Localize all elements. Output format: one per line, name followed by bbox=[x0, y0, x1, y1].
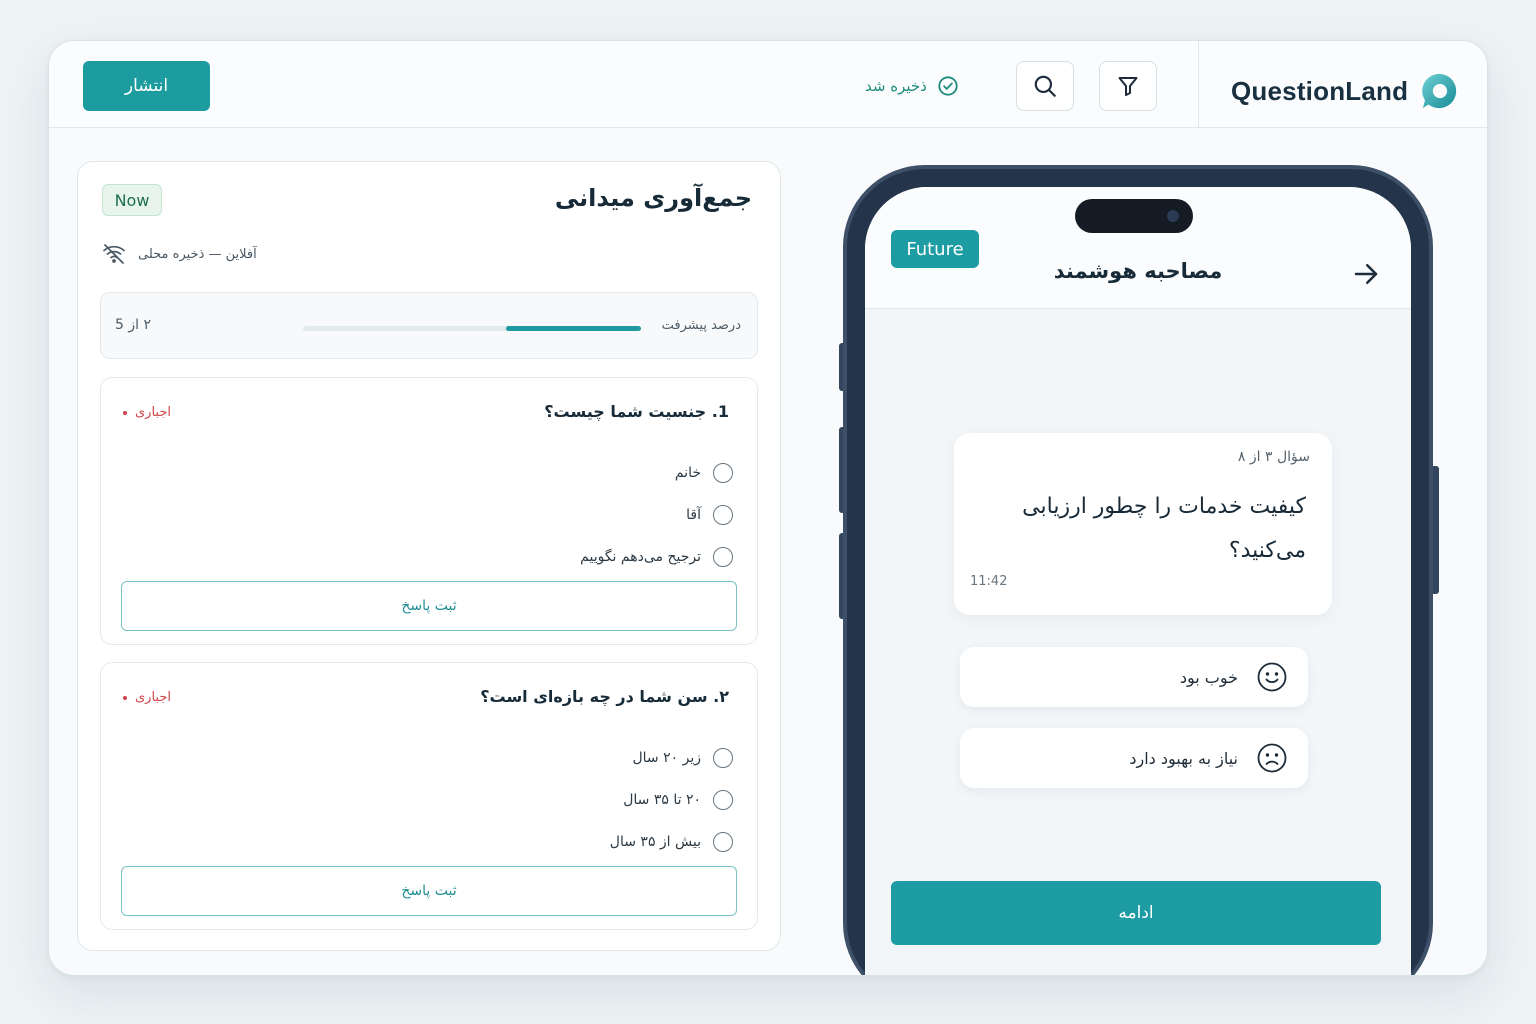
submit-answer-button[interactable]: ثبت پاسخ bbox=[121, 581, 737, 631]
progress-label: درصد پیشرفت bbox=[661, 318, 741, 333]
radio-button[interactable] bbox=[713, 547, 733, 567]
answer-option-needs-improvement[interactable]: نیاز به بهبود دارد bbox=[960, 728, 1308, 788]
check-circle-icon bbox=[938, 76, 958, 96]
required-label: اجباری bbox=[123, 690, 171, 705]
option-label: ۲۰ تا ۳۵ سال bbox=[623, 792, 701, 808]
required-label-text: اجباری bbox=[135, 405, 171, 420]
option-radio[interactable]: بیش از ۳۵ سال bbox=[610, 821, 733, 863]
app-window: انتشار ذخیره شد QuestionLand bbox=[48, 40, 1488, 976]
option-label: خانم bbox=[674, 465, 701, 481]
options-list: خانم آقا ترجیح می‌دهم نگوییم bbox=[580, 452, 733, 578]
option-radio[interactable]: ۲۰ تا ۳۵ سال bbox=[610, 779, 733, 821]
question-title: 1. جنسیت شما چیست؟ bbox=[544, 402, 729, 421]
phone-screen: Future مصاحبه هوشمند سؤال ۳ از ۸ کیفیت خ… bbox=[865, 187, 1411, 975]
future-badge: Future bbox=[891, 230, 979, 268]
interview-title: مصاحبه هوشمند bbox=[1053, 259, 1223, 283]
publish-button[interactable]: انتشار bbox=[83, 61, 210, 111]
search-button[interactable] bbox=[1016, 61, 1074, 111]
continue-button[interactable]: ادامه bbox=[891, 881, 1381, 945]
options-list: زیر ۲۰ سال ۲۰ تا ۳۵ سال بیش از ۳۵ سال bbox=[610, 737, 733, 863]
option-radio[interactable]: آقا bbox=[580, 494, 733, 536]
filter-icon bbox=[1118, 77, 1138, 96]
saved-status-text: ذخیره شد bbox=[865, 77, 927, 95]
question-card: ۲. سن شما در چه بازه‌ای است؟ اجباری زیر … bbox=[100, 662, 758, 930]
field-collection-card: جمع‌آوری میدانی Now آفلاین — ذخیره محلی … bbox=[77, 161, 781, 951]
submit-answer-button[interactable]: ثبت پاسخ bbox=[121, 866, 737, 916]
option-label: بیش از ۳۵ سال bbox=[609, 834, 701, 850]
required-label-text: اجباری bbox=[135, 690, 171, 705]
questionland-logo bbox=[1422, 73, 1457, 109]
option-label: زیر ۲۰ سال bbox=[632, 750, 701, 766]
question-text: کیفیت خدمات را چطور ارزیابی می‌کنید؟ bbox=[1022, 494, 1306, 563]
now-badge: Now bbox=[102, 184, 162, 216]
phone-header: Future مصاحبه هوشمند bbox=[865, 187, 1411, 309]
option-label: ترجیح می‌دهم نگوییم bbox=[580, 549, 701, 565]
question-bubble: سؤال ۳ از ۸ کیفیت خدمات را چطور ارزیابی … bbox=[954, 433, 1332, 615]
arrow-right-icon[interactable] bbox=[1351, 259, 1381, 289]
answer-label: خوب بود bbox=[1179, 667, 1238, 687]
radio-button[interactable] bbox=[713, 505, 733, 525]
radio-button[interactable] bbox=[713, 790, 733, 810]
required-dot bbox=[123, 695, 127, 700]
option-label: آقا bbox=[686, 507, 701, 523]
brand-divider bbox=[1198, 41, 1199, 128]
saved-status: ذخیره شد bbox=[865, 75, 959, 97]
progress-count: ۲ از 5 bbox=[115, 317, 152, 333]
phone-mockup: Future مصاحبه هوشمند سؤال ۳ از ۸ کیفیت خ… bbox=[843, 165, 1433, 975]
radio-button[interactable] bbox=[713, 463, 733, 483]
form-title: جمع‌آوری میدانی bbox=[554, 184, 752, 212]
required-label: اجباری bbox=[123, 405, 171, 420]
offline-status-text: آفلاین — ذخیره محلی bbox=[138, 246, 257, 262]
progress-panel: درصد پیشرفت ۲ از 5 bbox=[100, 292, 758, 359]
answer-label: نیاز به بهبود دارد bbox=[1129, 748, 1238, 768]
progress-bar-fill bbox=[505, 326, 641, 331]
smile-icon bbox=[1257, 662, 1287, 692]
offline-status: آفلاین — ذخیره محلی bbox=[102, 244, 257, 264]
radio-button[interactable] bbox=[713, 832, 733, 852]
question-title: ۲. سن شما در چه بازه‌ای است؟ bbox=[480, 687, 729, 706]
phone-notch bbox=[1075, 199, 1193, 233]
search-icon bbox=[1034, 75, 1056, 97]
option-radio[interactable]: خانم bbox=[580, 452, 733, 494]
top-bar: انتشار ذخیره شد QuestionLand bbox=[49, 41, 1487, 128]
brand-name: QuestionLand bbox=[1231, 75, 1409, 106]
brand[interactable]: QuestionLand bbox=[1231, 71, 1458, 111]
wifi-off-icon bbox=[103, 244, 125, 264]
option-radio[interactable]: ترجیح می‌دهم نگوییم bbox=[580, 536, 733, 578]
answer-option-good[interactable]: خوب بود bbox=[960, 647, 1308, 707]
message-time: 11:42 bbox=[970, 574, 1008, 589]
progress-bar bbox=[303, 326, 641, 331]
radio-button[interactable] bbox=[713, 748, 733, 768]
option-radio[interactable]: زیر ۲۰ سال bbox=[610, 737, 733, 779]
filter-button[interactable] bbox=[1099, 61, 1157, 111]
required-dot bbox=[123, 410, 127, 415]
question-card: 1. جنسیت شما چیست؟ اجباری خانم آقا ترجیح… bbox=[100, 377, 758, 645]
frown-icon bbox=[1257, 743, 1287, 773]
camera-icon bbox=[1167, 210, 1179, 222]
question-counter: سؤال ۳ از ۸ bbox=[1237, 449, 1310, 465]
